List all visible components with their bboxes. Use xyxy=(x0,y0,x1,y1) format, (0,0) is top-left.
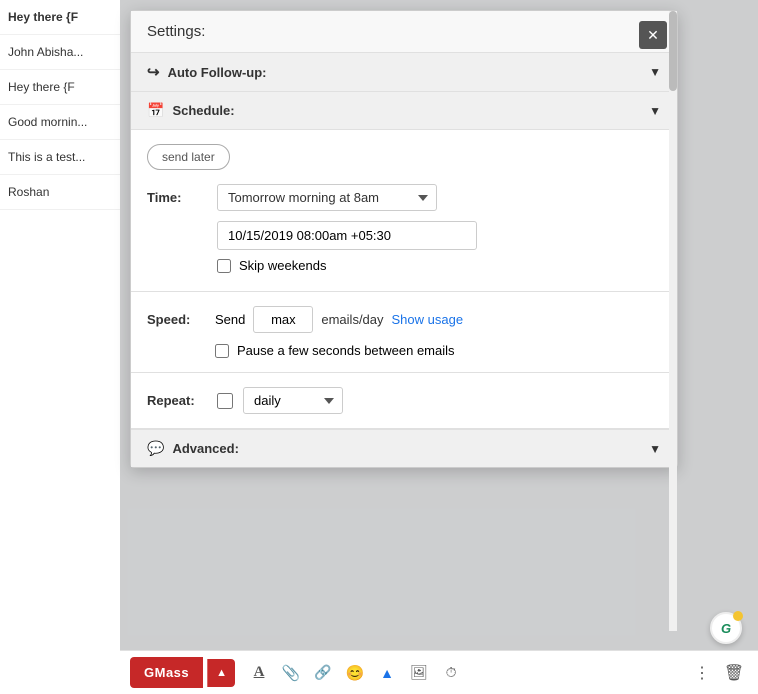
gmass-arrow-button[interactable]: ▲ xyxy=(207,659,235,687)
schedule-toolbar-button[interactable]: ⏱ xyxy=(437,659,465,687)
email-list: Hey there {F John Abisha... Hey there {F… xyxy=(0,0,120,694)
email-item-5[interactable]: This is a test... xyxy=(0,140,120,175)
pause-checkbox[interactable] xyxy=(215,344,229,358)
skip-weekends-label: Skip weekends xyxy=(239,258,326,273)
datetime-input[interactable] xyxy=(217,221,477,250)
speed-row: Speed: Send emails/day Show usage xyxy=(147,306,661,333)
skip-weekends-checkbox[interactable] xyxy=(217,259,231,273)
send-later-container: send later xyxy=(147,144,661,170)
send-later-button[interactable]: send later xyxy=(147,144,230,170)
email-item-1[interactable]: Hey there {F xyxy=(0,0,120,35)
time-row: Time: Tomorrow morning at 8am In 1 hour … xyxy=(147,184,661,211)
speed-label: Speed: xyxy=(147,312,207,327)
pause-label: Pause a few seconds between emails xyxy=(237,343,455,358)
repeat-checkbox[interactable] xyxy=(217,393,233,409)
email-item-2[interactable]: John Abisha... xyxy=(0,35,120,70)
speed-section: Speed: Send emails/day Show usage Pause … xyxy=(131,292,677,373)
grammarly-icon: G xyxy=(721,621,731,636)
image-button[interactable]: 🖼 xyxy=(405,659,433,687)
schedule-header[interactable]: 📅 Schedule: ▼ xyxy=(131,92,677,130)
speed-input[interactable] xyxy=(253,306,313,333)
repeat-frequency-select[interactable]: daily weekly monthly xyxy=(243,387,343,414)
repeat-label: Repeat: xyxy=(147,393,207,408)
scrollbar[interactable] xyxy=(669,11,677,631)
time-label: Time: xyxy=(147,190,207,205)
link-button[interactable]: 🔗 xyxy=(309,659,337,687)
grammarly-dot xyxy=(733,611,743,621)
skip-weekends-row: Skip weekends xyxy=(217,258,661,273)
settings-title: Settings: xyxy=(131,11,677,53)
schedule-chevron-icon: ▼ xyxy=(649,104,661,118)
auto-followup-header[interactable]: ↪ Auto Follow-up: ▼ xyxy=(131,53,677,92)
email-item-6[interactable]: Roshan xyxy=(0,175,120,210)
scrollbar-thumb[interactable] xyxy=(669,11,677,91)
more-options-button[interactable]: ⋮ xyxy=(688,659,716,687)
advanced-label: Advanced: xyxy=(172,441,238,456)
drive-button[interactable]: ▲ xyxy=(373,659,401,687)
bottom-toolbar: GMass ▲ A 📎 🔗 😊 ▲ 🖼 ⏱ ⋮ 🗑 xyxy=(120,650,758,694)
calendar-icon: 📅 xyxy=(147,102,164,119)
settings-panel: ✕ Settings: ↪ Auto Follow-up: ▼ 📅 Schedu… xyxy=(130,10,678,468)
emails-per-day-label: emails/day xyxy=(321,312,383,327)
auto-followup-label: Auto Follow-up: xyxy=(168,65,267,80)
repeat-row: Repeat: daily weekly monthly xyxy=(147,387,661,414)
schedule-label: Schedule: xyxy=(172,103,234,118)
chat-icon: 💬 xyxy=(147,440,164,457)
show-usage-link[interactable]: Show usage xyxy=(392,312,464,327)
pause-row: Pause a few seconds between emails xyxy=(215,343,661,358)
close-button[interactable]: ✕ xyxy=(639,21,667,49)
close-icon: ✕ xyxy=(647,27,659,44)
gmass-arrow-icon: ▲ xyxy=(216,667,227,679)
email-item-4[interactable]: Good mornin... xyxy=(0,105,120,140)
time-select[interactable]: Tomorrow morning at 8am In 1 hour Custom… xyxy=(217,184,437,211)
delete-button[interactable]: 🗑 xyxy=(720,659,748,687)
advanced-header[interactable]: 💬 Advanced: ▼ xyxy=(131,429,677,467)
grammarly-badge: G xyxy=(710,612,742,644)
auto-followup-chevron-icon: ▼ xyxy=(649,65,661,79)
attachment-button[interactable]: 📎 xyxy=(277,659,305,687)
email-item-3[interactable]: Hey there {F xyxy=(0,70,120,105)
schedule-content: send later Time: Tomorrow morning at 8am… xyxy=(131,130,677,292)
gmass-button[interactable]: GMass xyxy=(130,657,203,688)
auto-followup-left: ↪ Auto Follow-up: xyxy=(147,63,267,81)
format-text-button[interactable]: A xyxy=(245,659,273,687)
repeat-section: Repeat: daily weekly monthly xyxy=(131,373,677,429)
advanced-left: 💬 Advanced: xyxy=(147,440,239,457)
advanced-chevron-icon: ▼ xyxy=(649,442,661,456)
arrow-right-icon: ↪ xyxy=(147,63,160,81)
schedule-left: 📅 Schedule: xyxy=(147,102,235,119)
emoji-button[interactable]: 😊 xyxy=(341,659,369,687)
send-prefix: Send xyxy=(215,312,245,327)
